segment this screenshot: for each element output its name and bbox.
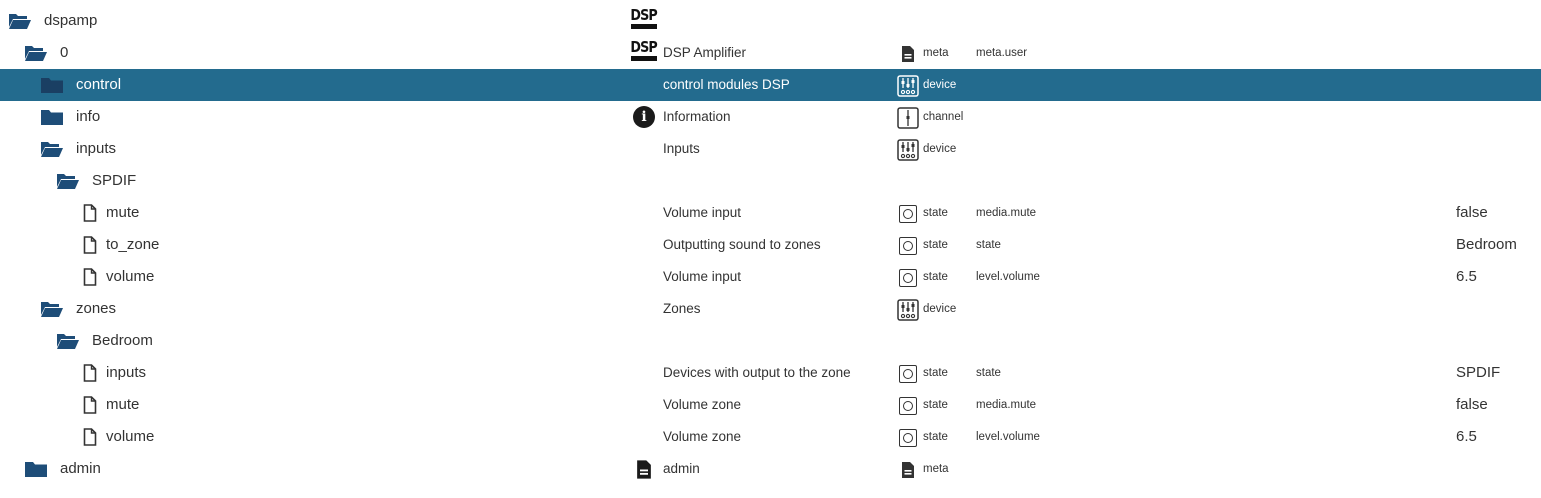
tree-row-volume[interactable]: volume Volume input state level.volume 6.5 [0,261,1541,293]
state-icon [897,363,919,385]
object-value[interactable]: SPDIF [1456,357,1500,389]
object-id: volume [106,428,155,445]
state-icon [897,395,919,417]
folder-closed-icon[interactable] [24,459,48,479]
tree-row-mute[interactable]: mute Volume input state media.mute false [0,197,1541,229]
object-role: state [976,367,1001,379]
object-role: level.volume [976,431,1040,443]
tree-row-inputs[interactable]: inputs Devices with output to the zone sta… [0,357,1541,389]
file-icon[interactable] [78,267,102,287]
info-icon: i [630,105,658,129]
object-id: inputs [106,364,147,381]
folder-closed-icon[interactable] [40,107,64,127]
file-icon[interactable] [78,427,102,447]
folder-open-icon[interactable] [40,139,64,159]
tree-row-to-zone[interactable]: to_zone Outputting sound to zones state sta… [0,229,1541,261]
object-name: DSP Amplifier [663,45,747,60]
object-type: state [923,367,948,379]
object-id: inputs [76,140,117,157]
tree-row-spdif[interactable]: SPDIF [0,165,1541,197]
object-value[interactable]: Bedroom [1456,229,1517,261]
object-tree: dspamp DSP 0 DSP DSP Amplifier meta meta.user c… [0,0,1541,498]
object-id: to_zone [106,236,160,253]
folder-closed-icon[interactable] [40,75,64,95]
folder-open-icon[interactable] [40,299,64,319]
dsp-logo-icon: DSP [630,38,658,64]
object-type: meta [923,47,949,59]
file-icon[interactable] [78,363,102,383]
tree-row-admin[interactable]: admin admin meta [0,453,1541,485]
object-name: Volume zone [663,429,742,444]
tree-row-mute[interactable]: mute Volume zone state media.mute false [0,389,1541,421]
object-type: channel [923,111,964,123]
object-type: state [923,399,948,411]
object-name: Outputting sound to zones [663,237,821,252]
object-value[interactable]: 6.5 [1456,261,1477,293]
object-id: info [76,108,101,125]
device-icon [897,299,919,321]
object-type: state [923,239,948,251]
object-name: Zones [663,301,701,316]
object-type: meta [923,463,949,475]
device-icon [897,139,919,161]
channel-icon [897,107,919,129]
file-icon[interactable] [78,203,102,223]
object-role: meta.user [976,47,1028,59]
object-id: Bedroom [92,332,153,349]
object-name: Inputs [663,141,700,156]
object-name: Information [663,109,731,124]
document-icon [630,457,658,481]
object-role: state [976,239,1001,251]
file-icon[interactable] [78,235,102,255]
object-id: SPDIF [92,172,137,189]
object-type: device [923,143,957,155]
object-id: mute [106,396,140,413]
object-name: Volume input [663,205,742,220]
object-name: admin [663,461,700,476]
folder-open-icon[interactable] [56,331,80,351]
object-type: state [923,431,948,443]
object-name: Devices with output to the zone [663,365,851,380]
state-icon [897,235,919,257]
tree-row-0[interactable]: 0 DSP DSP Amplifier meta meta.user [0,37,1541,69]
object-type: device [923,79,957,91]
object-type: state [923,207,948,219]
object-name: control modules DSP [663,77,790,92]
tree-row-zones[interactable]: zones Zones device [0,293,1541,325]
tree-row-volume[interactable]: volume Volume zone state level.volume 6.5 [0,421,1541,453]
tree-row-bedroom[interactable]: Bedroom [0,325,1541,357]
object-id: dspamp [44,12,98,29]
document-icon [897,43,919,65]
state-icon [897,427,919,449]
object-id: 0 [60,44,69,61]
folder-open-icon[interactable] [24,43,48,63]
object-id: admin [60,460,101,477]
object-id: zones [76,300,117,317]
file-icon[interactable] [78,395,102,415]
object-value[interactable]: false [1456,389,1488,421]
tree-row-dspamp[interactable]: dspamp DSP [0,5,1541,37]
object-id: volume [106,268,155,285]
dsp-logo-icon: DSP [630,6,658,32]
object-role: media.mute [976,399,1037,411]
object-role: media.mute [976,207,1037,219]
folder-open-icon[interactable] [56,171,80,191]
object-value[interactable]: 6.5 [1456,421,1477,453]
object-role: level.volume [976,271,1040,283]
document-icon [897,459,919,481]
object-type: device [923,303,957,315]
object-id: mute [106,204,140,221]
object-name: Volume input [663,269,742,284]
device-icon [897,75,919,97]
object-type: state [923,271,948,283]
state-icon [897,267,919,289]
tree-row-control[interactable]: control control modules DSP device [0,69,1541,101]
object-name: Volume zone [663,397,742,412]
object-id: control [76,76,122,93]
tree-row-inputs[interactable]: inputs Inputs device [0,133,1541,165]
object-value[interactable]: false [1456,197,1488,229]
state-icon [897,203,919,225]
tree-row-info[interactable]: info i Information channel [0,101,1541,133]
folder-open-icon[interactable] [8,11,32,31]
